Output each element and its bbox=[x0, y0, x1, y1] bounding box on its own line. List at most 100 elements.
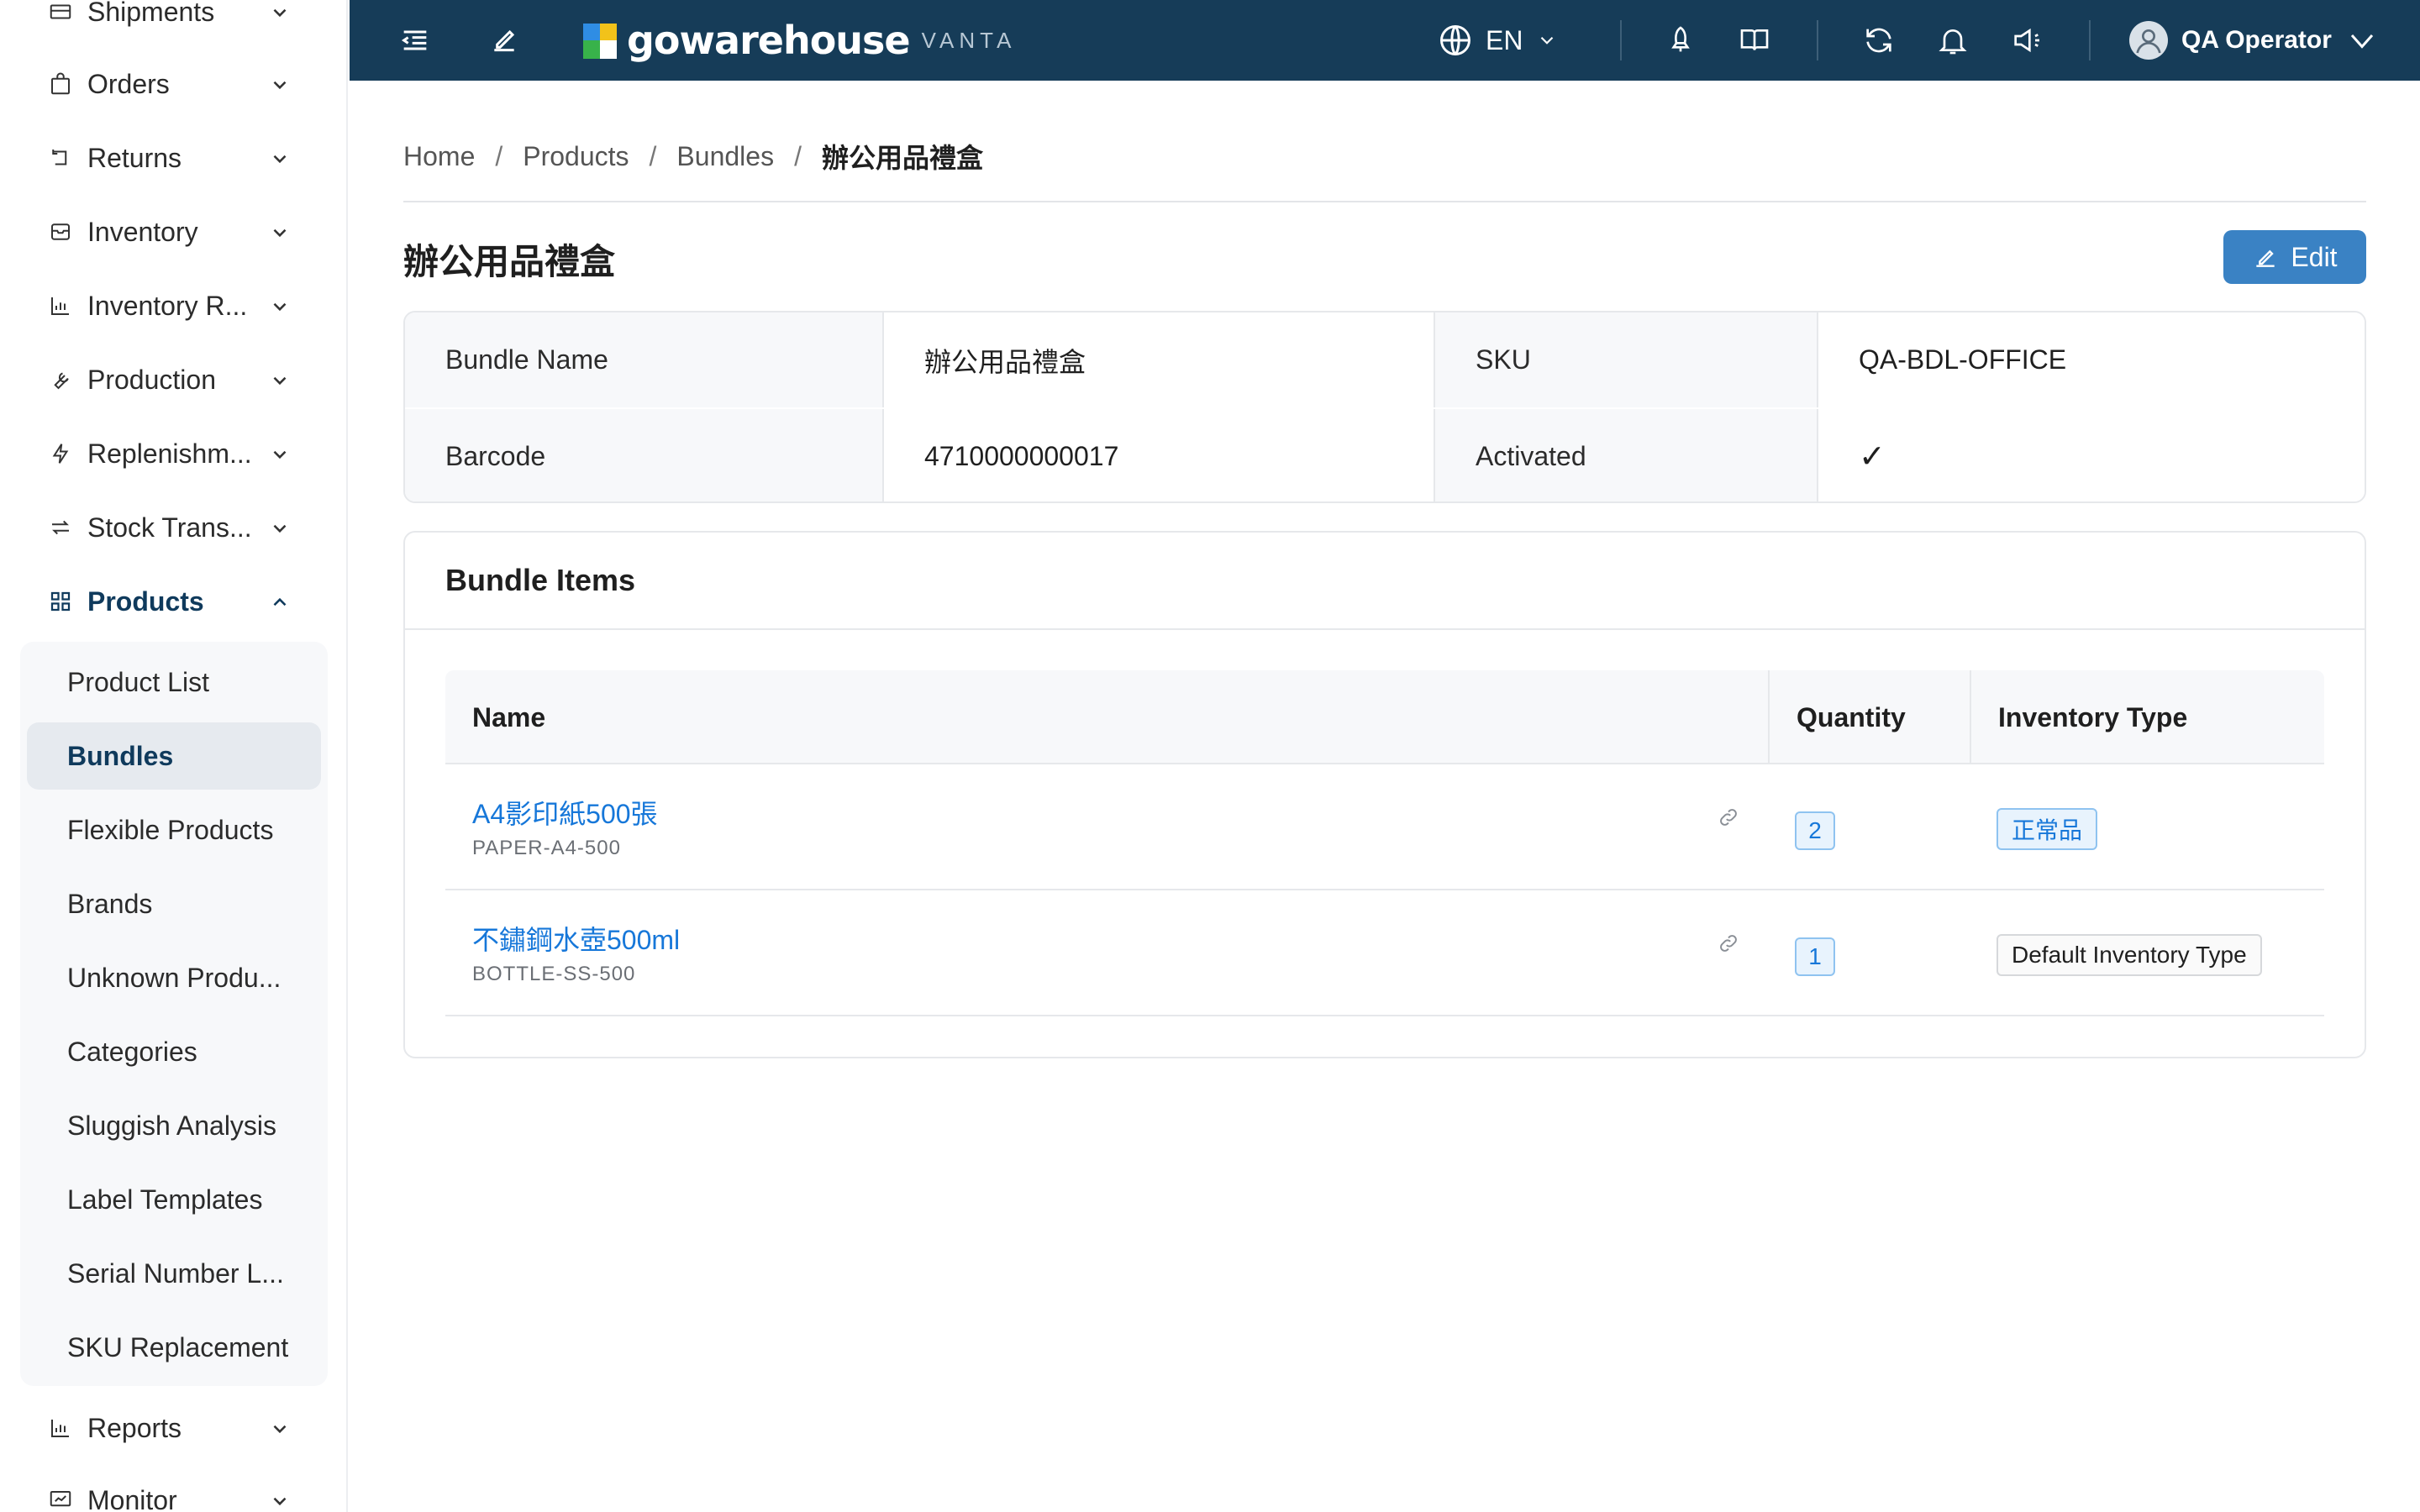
sidebar-subitem-unknown-products[interactable]: Unknown Produ... bbox=[27, 944, 321, 1011]
sidebar-subitem-serial-number[interactable]: Serial Number L... bbox=[27, 1240, 321, 1307]
bolt-icon bbox=[47, 440, 74, 467]
chevron-down-icon bbox=[2347, 25, 2377, 55]
sidebar-subitem-categories[interactable]: Categories bbox=[27, 1018, 321, 1085]
sidebar-subitem-brands[interactable]: Brands bbox=[27, 870, 321, 937]
sidebar-item-label: Inventory R... bbox=[87, 290, 248, 321]
divider bbox=[2089, 20, 2091, 60]
breadcrumb: Home / Products / Bundles / 辦公用品禮盒 bbox=[403, 138, 983, 175]
breadcrumb-separator: / bbox=[495, 140, 503, 171]
sidebar-item-monitor[interactable]: Monitor bbox=[0, 1463, 346, 1512]
breadcrumb-separator: / bbox=[794, 140, 802, 171]
chevron-down-icon bbox=[267, 146, 292, 171]
chevron-down-icon bbox=[267, 1416, 292, 1441]
chevron-down-icon bbox=[267, 368, 292, 393]
item-sku: BOTTLE-SS-500 bbox=[472, 963, 636, 985]
breadcrumb-products[interactable]: Products bbox=[523, 141, 629, 172]
return-icon bbox=[47, 144, 74, 171]
language-selector[interactable]: EN bbox=[1437, 18, 1558, 62]
sidebar-item-label: Stock Trans... bbox=[87, 512, 252, 543]
breadcrumb-bundles[interactable]: Bundles bbox=[676, 141, 774, 172]
sidebar-subitem-label-templates[interactable]: Label Templates bbox=[27, 1166, 321, 1233]
bag-icon bbox=[47, 71, 74, 97]
sidebar-item-replenishment[interactable]: Replenishm... bbox=[0, 417, 346, 491]
divider bbox=[403, 201, 2366, 202]
chevron-down-icon bbox=[1536, 29, 1558, 51]
sidebar-subitem-product-list[interactable]: Product List bbox=[27, 648, 321, 716]
divider bbox=[1817, 20, 1818, 60]
link-icon[interactable] bbox=[1718, 806, 1741, 830]
table-row: 不鏽鋼水壺500ml BOTTLE-SS-500 1 Default Inven… bbox=[445, 890, 2324, 1016]
quantity-badge: 1 bbox=[1795, 937, 1835, 976]
box-icon bbox=[47, 218, 74, 245]
sidebar-subitem-bundles[interactable]: Bundles bbox=[27, 722, 321, 790]
refresh-icon[interactable] bbox=[1859, 20, 1899, 60]
item-sku: PAPER-A4-500 bbox=[472, 837, 621, 859]
link-icon[interactable] bbox=[1718, 932, 1741, 956]
sidebar-subitem-sku-replacement[interactable]: SKU Replacement bbox=[27, 1314, 321, 1381]
breadcrumb-home[interactable]: Home bbox=[403, 141, 475, 172]
brand-name: gowarehouse bbox=[627, 18, 911, 63]
chevron-down-icon bbox=[267, 220, 292, 245]
chevron-down-icon bbox=[267, 294, 292, 319]
column-quantity: Quantity bbox=[1768, 670, 1970, 764]
sidebar-item-orders[interactable]: Orders bbox=[0, 47, 346, 121]
transfer-icon bbox=[47, 514, 74, 541]
brand-logo[interactable]: gowarehouse VANTA bbox=[583, 17, 1016, 64]
bar-chart-icon bbox=[47, 292, 74, 319]
bundle-items-title: Bundle Items bbox=[405, 533, 2365, 630]
bundle-name-label: Bundle Name bbox=[405, 312, 882, 407]
inventory-type-tag: Default Inventory Type bbox=[1996, 934, 2262, 976]
edit-pen-icon[interactable] bbox=[484, 20, 524, 60]
sidebar-item-inventory[interactable]: Inventory bbox=[0, 195, 346, 269]
rocket-icon[interactable] bbox=[1660, 20, 1701, 60]
monitor-icon bbox=[47, 1487, 74, 1512]
user-menu[interactable]: QA Operator bbox=[2129, 18, 2377, 62]
top-bar: gowarehouse VANTA EN QA Operator bbox=[350, 0, 2420, 81]
table-header: Name Quantity Inventory Type bbox=[445, 670, 2324, 764]
details-row: Bundle Name 辦公用品禮盒 SKU QA-BDL-OFFICE bbox=[405, 312, 2365, 407]
sidebar-item-label: Monitor bbox=[87, 1484, 177, 1512]
bundle-details: Bundle Name 辦公用品禮盒 SKU QA-BDL-OFFICE Bar… bbox=[403, 311, 2366, 503]
breadcrumb-separator: / bbox=[649, 140, 657, 171]
sidebar-subitem-sluggish-analysis[interactable]: Sluggish Analysis bbox=[27, 1092, 321, 1159]
globe-icon bbox=[1437, 22, 1474, 59]
details-row: Barcode 4710000000017 Activated ✓ bbox=[405, 409, 2365, 501]
sidebar-item-stock-transfer[interactable]: Stock Trans... bbox=[0, 491, 346, 564]
edit-button[interactable]: Edit bbox=[2223, 230, 2366, 284]
table-row: A4影印紙500張 PAPER-A4-500 2 正常品 bbox=[445, 764, 2324, 890]
language-label: EN bbox=[1486, 24, 1523, 55]
sidebar-item-inventory-reports[interactable]: Inventory R... bbox=[0, 269, 346, 343]
item-name-link[interactable]: 不鏽鋼水壺500ml bbox=[472, 919, 680, 958]
chevron-down-icon bbox=[267, 1488, 292, 1512]
sidebar-item-label: Shipments bbox=[87, 0, 215, 27]
barcode-value: 4710000000017 bbox=[882, 409, 1434, 501]
chevron-down-icon bbox=[267, 0, 292, 25]
bell-icon[interactable] bbox=[1933, 20, 1973, 60]
book-icon[interactable] bbox=[1734, 20, 1775, 60]
sidebar-subitem-flexible-products[interactable]: Flexible Products bbox=[27, 796, 321, 864]
sidebar-item-returns[interactable]: Returns bbox=[0, 121, 346, 195]
chevron-down-icon bbox=[267, 516, 292, 541]
sidebar-item-label: Returns bbox=[87, 142, 182, 173]
truck-icon bbox=[47, 0, 74, 25]
activated-check-icon: ✓ bbox=[1817, 409, 2365, 501]
sku-label: SKU bbox=[1434, 312, 1817, 407]
chevron-down-icon bbox=[267, 72, 292, 97]
barcode-label: Barcode bbox=[405, 409, 882, 501]
sidebar-item-reports[interactable]: Reports bbox=[0, 1391, 346, 1465]
sidebar-item-production[interactable]: Production bbox=[0, 343, 346, 417]
sidebar-item-label: Production bbox=[87, 364, 216, 395]
bundle-name-value: 辦公用品禮盒 bbox=[882, 312, 1434, 407]
announcement-icon[interactable] bbox=[2007, 20, 2047, 60]
menu-collapse-icon[interactable] bbox=[395, 20, 435, 60]
item-name-link[interactable]: A4影印紙500張 bbox=[472, 793, 658, 832]
bar-chart-icon bbox=[47, 1415, 74, 1441]
activated-label: Activated bbox=[1434, 409, 1817, 501]
sku-value: QA-BDL-OFFICE bbox=[1817, 312, 2365, 407]
sidebar-item-products[interactable]: Products bbox=[0, 564, 346, 638]
edit-icon bbox=[2256, 249, 2275, 267]
sidebar-item-shipments[interactable]: Shipments bbox=[0, 0, 346, 49]
sidebar-item-label: Products bbox=[87, 585, 204, 617]
divider bbox=[1620, 20, 1622, 60]
sidebar-item-label: Replenishm... bbox=[87, 438, 252, 469]
